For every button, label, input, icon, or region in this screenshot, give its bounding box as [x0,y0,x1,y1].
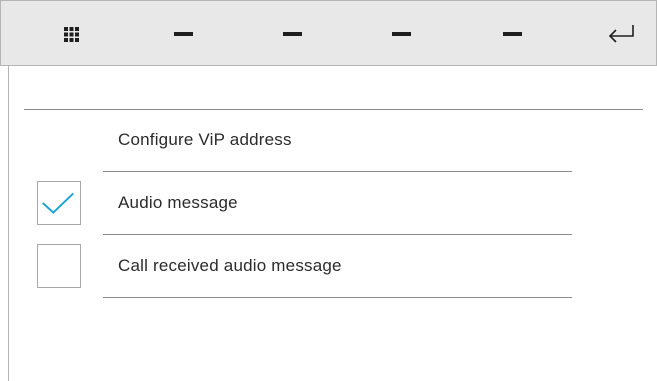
toolbar-button-1[interactable] [153,1,213,67]
menu-item-label: Audio message [118,193,238,212]
left-border [8,66,9,381]
menu-item-audio-message[interactable]: Audio message [103,172,572,235]
grid-icon [63,26,79,42]
audio-message-checkbox[interactable] [37,181,81,225]
toolbar-button-3[interactable] [371,1,431,67]
check-icon [42,192,74,214]
top-toolbar [0,0,657,66]
settings-screen: Configure ViP address Audio message Call… [0,0,657,381]
call-received-audio-message-checkbox[interactable] [37,244,81,288]
grid-menu-button[interactable] [41,1,101,67]
menu-item-configure-vip-address[interactable]: Configure ViP address [103,109,572,172]
back-button[interactable] [591,1,651,67]
menu-item-label: Call received audio message [118,256,342,275]
dash-icon [173,32,193,36]
toolbar-button-2[interactable] [262,1,322,67]
dash-icon [502,32,522,36]
dash-icon [282,32,302,36]
menu-item-call-received-audio-message[interactable]: Call received audio message [103,235,572,298]
dash-icon [391,32,411,36]
toolbar-button-4[interactable] [482,1,542,67]
back-arrow-icon [608,25,634,43]
menu-item-label: Configure ViP address [118,130,292,149]
